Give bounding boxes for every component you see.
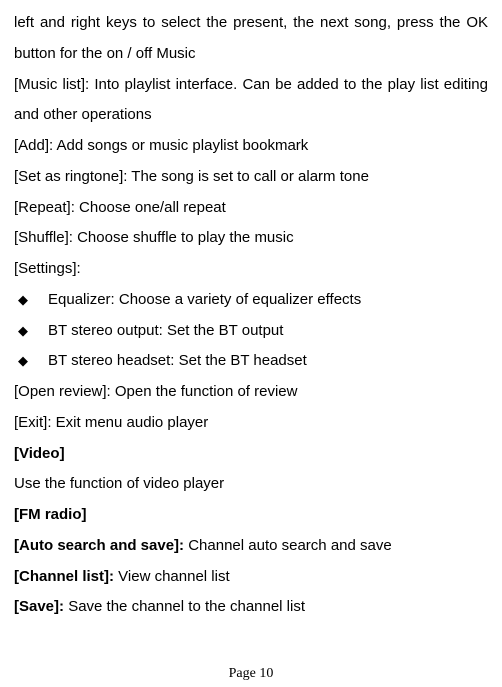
label-text: Channel auto search and save — [188, 537, 391, 554]
label-bold: [Save]: — [14, 598, 68, 615]
bullet-text: BT stereo output: Set the BT output — [48, 316, 283, 347]
diamond-icon: ◆ — [18, 348, 28, 375]
text-line: [Settings]: — [14, 254, 488, 285]
bullet-item: ◆ BT stereo output: Set the BT output — [14, 316, 488, 347]
text-line: [Repeat]: Choose one/all repeat — [14, 193, 488, 224]
document-body: left and right keys to select the presen… — [14, 8, 488, 623]
text-line: [Add]: Add songs or music playlist bookm… — [14, 131, 488, 162]
text-line: [Shuffle]: Choose shuffle to play the mu… — [14, 223, 488, 254]
text-line: [Set as ringtone]: The song is set to ca… — [14, 162, 488, 193]
text-line: [Music list]: Into playlist interface. C… — [14, 70, 488, 132]
text-line: [Channel list]: View channel list — [14, 562, 488, 593]
bullet-item: ◆ Equalizer: Choose a variety of equaliz… — [14, 285, 488, 316]
section-heading: [Video] — [14, 439, 488, 470]
diamond-icon: ◆ — [18, 287, 28, 314]
text-line: [Auto search and save]: Channel auto sea… — [14, 531, 488, 562]
label-text: Save the channel to the channel list — [68, 598, 305, 615]
diamond-icon: ◆ — [18, 318, 28, 345]
text-line: [Open review]: Open the function of revi… — [14, 377, 488, 408]
page-number: Page 10 — [0, 667, 502, 681]
label-bold: [Channel list]: — [14, 568, 118, 585]
section-heading: [FM radio] — [14, 500, 488, 531]
text-line: [Save]: Save the channel to the channel … — [14, 592, 488, 623]
label-text: View channel list — [118, 568, 229, 585]
text-line: [Exit]: Exit menu audio player — [14, 408, 488, 439]
bullet-item: ◆ BT stereo headset: Set the BT headset — [14, 346, 488, 377]
label-bold: [Auto search and save]: — [14, 537, 188, 554]
bullet-text: Equalizer: Choose a variety of equalizer… — [48, 285, 361, 316]
text-line: left and right keys to select the presen… — [14, 8, 488, 70]
text-line: Use the function of video player — [14, 469, 488, 500]
bullet-text: BT stereo headset: Set the BT headset — [48, 346, 307, 377]
